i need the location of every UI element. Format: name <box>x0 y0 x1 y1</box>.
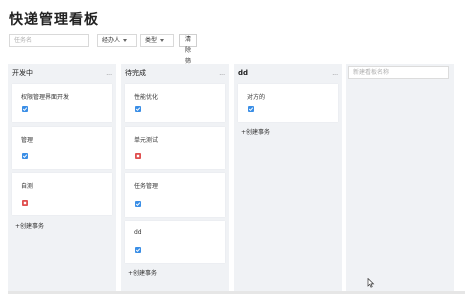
task-card-title: 单元测试 <box>134 137 159 144</box>
chevron-down-icon <box>123 39 128 42</box>
task-card[interactable]: 单元测试 <box>125 127 225 169</box>
column-title: 待完成 <box>125 69 146 77</box>
task-card[interactable]: 对方的 <box>238 84 338 122</box>
task-type-icon <box>248 106 254 112</box>
task-card-title: 任务管理 <box>134 183 159 190</box>
column-more-button[interactable]: ... <box>332 70 338 77</box>
column-more-button[interactable]: ... <box>219 70 225 77</box>
mouse-cursor-icon <box>367 278 375 288</box>
column-title: dd <box>238 69 249 77</box>
board-column-dd: dd ... 对方的 +创建事务 <box>234 64 342 291</box>
task-type-icon <box>135 201 141 207</box>
create-issue-link[interactable]: +创建事务 <box>241 127 270 136</box>
task-card-title: 对方的 <box>247 94 266 101</box>
assignee-dropdown-label: 经办人 <box>102 37 121 44</box>
assignee-dropdown[interactable]: 经办人 <box>97 34 137 47</box>
create-issue-link[interactable]: +创建事务 <box>15 221 44 230</box>
page-title: 快递管理看板 <box>9 12 99 28</box>
type-dropdown[interactable]: 类型 <box>140 34 174 47</box>
task-type-icon <box>22 106 28 112</box>
create-issue-link[interactable]: +创建事务 <box>128 268 157 277</box>
task-card[interactable]: 性能优化 <box>125 84 225 122</box>
new-board-name-input[interactable] <box>348 66 449 79</box>
column-header: 待完成 ... <box>125 67 225 79</box>
column-header: dd ... <box>238 67 338 79</box>
task-card-title: dd <box>134 229 142 236</box>
task-card-title: 自测 <box>21 183 34 190</box>
bug-type-icon <box>22 200 28 206</box>
column-more-button[interactable]: ... <box>106 70 112 77</box>
task-card[interactable]: dd <box>125 221 225 263</box>
task-card-title: 权限管理界面开发 <box>21 94 70 101</box>
new-board-column <box>346 64 454 291</box>
task-card[interactable]: 任务管理 <box>125 173 225 217</box>
board-column-in-progress: 开发中 ... 权限管理界面开发 管理 自测 +创建事务 <box>8 64 116 291</box>
task-card[interactable]: 自测 <box>12 173 112 215</box>
type-dropdown-label: 类型 <box>145 37 158 44</box>
task-card[interactable]: 权限管理界面开发 <box>12 84 112 122</box>
column-title: 开发中 <box>12 69 33 77</box>
task-card[interactable]: 管理 <box>12 127 112 169</box>
task-card-title: 性能优化 <box>134 94 159 101</box>
task-card-title: 管理 <box>21 137 34 144</box>
horizontal-scrollbar[interactable] <box>8 291 465 294</box>
task-type-icon <box>135 106 141 112</box>
bug-type-icon <box>135 153 141 159</box>
board-column-todo: 待完成 ... 性能优化 单元测试 任务管理 dd +创建事务 <box>121 64 229 291</box>
chevron-down-icon <box>160 39 165 42</box>
task-name-search-input[interactable] <box>9 34 89 47</box>
task-type-icon <box>135 247 141 253</box>
task-type-icon <box>22 153 28 159</box>
clear-filters-button[interactable]: 清除筛选器 <box>179 34 198 87</box>
column-header: 开发中 ... <box>12 67 112 79</box>
